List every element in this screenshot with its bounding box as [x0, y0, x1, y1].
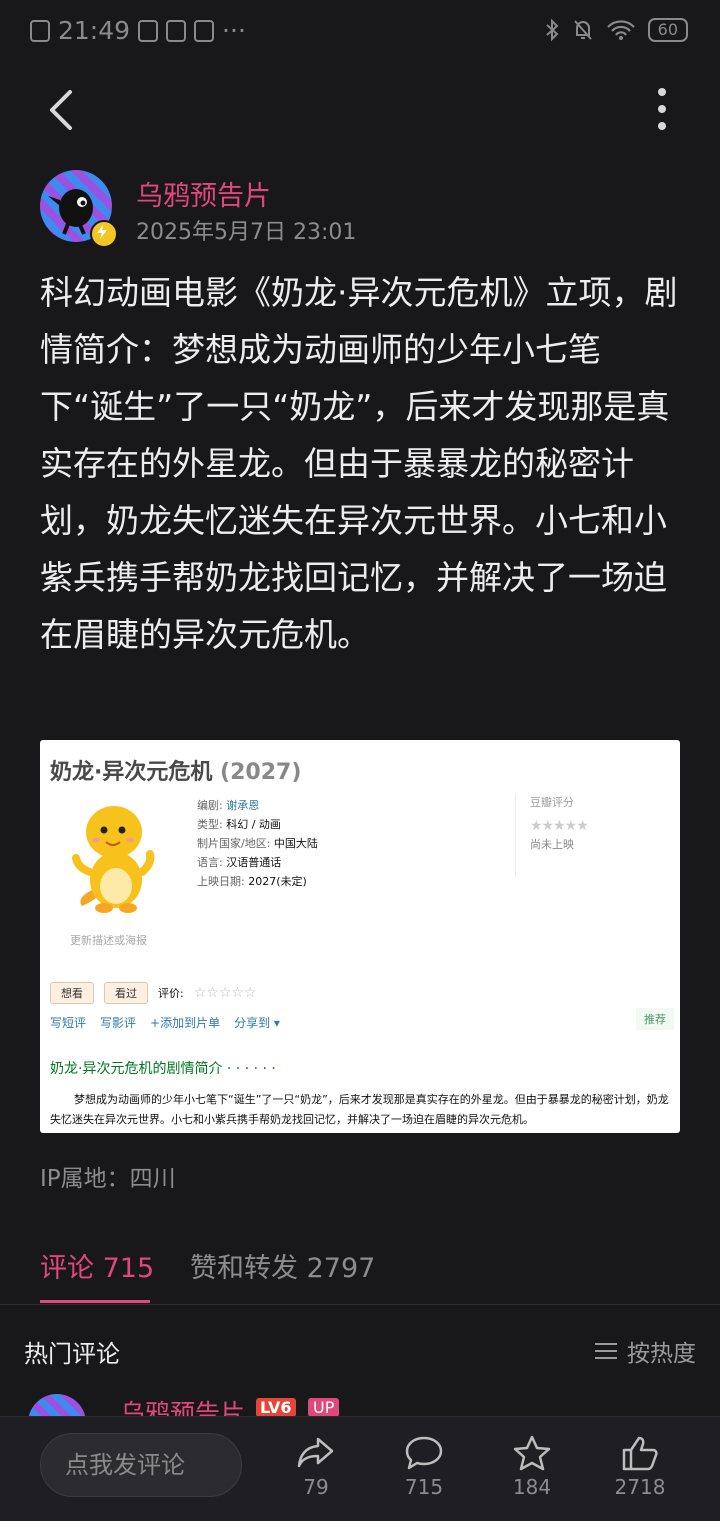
recommend-button: 推荐 [636, 1008, 674, 1030]
favorite-button[interactable]: 184 [492, 1435, 572, 1499]
sort-button[interactable]: 按热度 [595, 1334, 696, 1368]
seen-button: 看过 [104, 982, 148, 1004]
rating-stars: ★★★★★ [530, 818, 589, 834]
info-key: 语言: [197, 856, 227, 869]
tab-comments[interactable]: 评论 715 [40, 1246, 154, 1285]
share-count: 79 [303, 1475, 329, 1499]
review-link: 写影评 [100, 1016, 137, 1030]
mute-icon [573, 20, 592, 40]
author-name[interactable]: 乌鸦预告片 [136, 174, 271, 213]
rate-stars: ☆☆☆☆☆ [193, 985, 257, 1001]
notification-icon [138, 19, 159, 42]
level-badge: LV6 [256, 1398, 296, 1416]
share-button[interactable]: 79 [276, 1435, 356, 1499]
post-author: 乌鸦预告片 2025年5月7日 23:01 [40, 170, 680, 250]
movie-actions: 写短评 写影评 +添加到片单 分享到 ▾ [50, 1014, 280, 1031]
tab-indicator [40, 1300, 150, 1303]
sort-icon [595, 1343, 617, 1359]
movie-card-image[interactable]: 奶龙·异次元危机 (2027) 更新描述或海报 编剧: 谢承恩 类型: 科幻 /… [40, 740, 680, 1133]
rating-label: 豆瓣评分 [530, 796, 574, 809]
post-text: 科幻动画电影《奶龙·异次元危机》立项，剧情简介：梦想成为动画师的少年小七笔下“诞… [40, 273, 678, 654]
movie-year: (2027) [220, 760, 302, 785]
up-badge: UP [308, 1398, 340, 1416]
share-icon [297, 1437, 334, 1468]
nailong-poster [72, 806, 155, 913]
more-button[interactable] [644, 84, 680, 136]
media-icon [194, 19, 215, 42]
bottom-action-bar: 点我发评论 79 715 184 2718 [0, 1416, 720, 1521]
comment-button[interactable]: 715 [384, 1435, 464, 1499]
comment-count: 715 [404, 1475, 444, 1499]
info-row: 编剧: 谢承恩 [197, 796, 318, 815]
info-value: 中国大陆 [273, 837, 318, 850]
app-icon [166, 19, 187, 42]
rate-label: 评价: [158, 987, 184, 1000]
bluetooth-icon [545, 18, 559, 42]
synopsis-text: 梦想成为动画师的少年小七笔下“诞生”了一只“奶龙”，后来才发现那是真实存在的外星… [50, 1093, 669, 1126]
add-to-list-link: +添加到片单 [150, 1016, 221, 1030]
info-value: 科幻 / 动画 [226, 818, 281, 831]
short-review-link: 写短评 [50, 1016, 87, 1030]
movie-title: 奶龙·异次元危机 (2027) [50, 754, 301, 786]
chevron-left-icon [50, 90, 72, 130]
info-key: 制片国家/地区: [197, 837, 274, 850]
rating-status: 尚未上映 [530, 838, 574, 851]
hot-comments-title: 热门评论 [24, 1340, 120, 1368]
top-bar [0, 70, 720, 150]
rating-box: 豆瓣评分 ★★★★★ 尚未上映 [515, 794, 650, 876]
like-count: 2718 [614, 1475, 666, 1499]
comment-item[interactable]: 乌鸦预告片 LV6 UP [28, 1394, 708, 1416]
battery-icon: 60 [647, 18, 688, 42]
wifi-icon [606, 20, 635, 40]
synopsis-title: 奶龙·异次元危机的剧情简介 · · · · · · [50, 1061, 276, 1077]
comment-avatar[interactable] [28, 1394, 86, 1416]
want-button: 想看 [50, 982, 94, 1004]
info-row: 类型: 科幻 / 动画 [197, 815, 318, 834]
comment-author[interactable]: 乌鸦预告片 [120, 1394, 245, 1416]
back-button[interactable] [36, 82, 92, 138]
comment-icon [405, 1436, 443, 1470]
status-bar: 21:49 ··· 60 [0, 0, 720, 64]
info-row: 制片国家/地区: 中国大陆 [197, 834, 318, 853]
status-time: 21:49 [58, 16, 131, 45]
movie-button-row: 想看 看过 评价: ☆☆☆☆☆ [50, 982, 256, 1004]
info-value: 2027(未定) [248, 875, 307, 888]
post-time: 2025年5月7日 23:01 [136, 220, 357, 245]
info-value: 谢承恩 [226, 799, 260, 812]
info-key: 编剧: [197, 799, 227, 812]
share-link: 分享到 ▾ [234, 1016, 280, 1030]
more-vertical-icon [658, 88, 666, 130]
like-button[interactable]: 2718 [600, 1435, 680, 1499]
movie-title-text: 奶龙·异次元危机 [50, 760, 213, 785]
sim-icon [30, 19, 50, 42]
divider [0, 1304, 720, 1305]
info-key: 类型: [197, 818, 227, 831]
verified-badge [90, 220, 118, 248]
star-icon [513, 1435, 551, 1471]
tab-likes-reposts[interactable]: 赞和转发 2797 [190, 1246, 375, 1285]
favorite-count: 184 [512, 1475, 552, 1499]
post-tabs: 评论 715 赞和转发 2797 [40, 1246, 680, 1304]
info-row: 语言: 汉语普通话 [197, 853, 318, 872]
sort-label: 按热度 [627, 1341, 696, 1367]
thumbs-up-icon [622, 1436, 658, 1471]
info-row: 上映日期: 2027(未定) [197, 872, 318, 891]
movie-info: 编剧: 谢承恩 类型: 科幻 / 动画 制片国家/地区: 中国大陆 语言: 汉语… [197, 796, 318, 891]
poster-caption: 更新描述或海报 [70, 934, 147, 947]
lightning-icon [97, 225, 107, 239]
ip-location: IP属地：四川 [40, 1166, 176, 1192]
comment-input[interactable]: 点我发评论 [40, 1433, 242, 1497]
info-key: 上映日期: [197, 875, 249, 888]
info-value: 汉语普通话 [226, 856, 282, 869]
more-notifications: ··· [222, 16, 246, 45]
